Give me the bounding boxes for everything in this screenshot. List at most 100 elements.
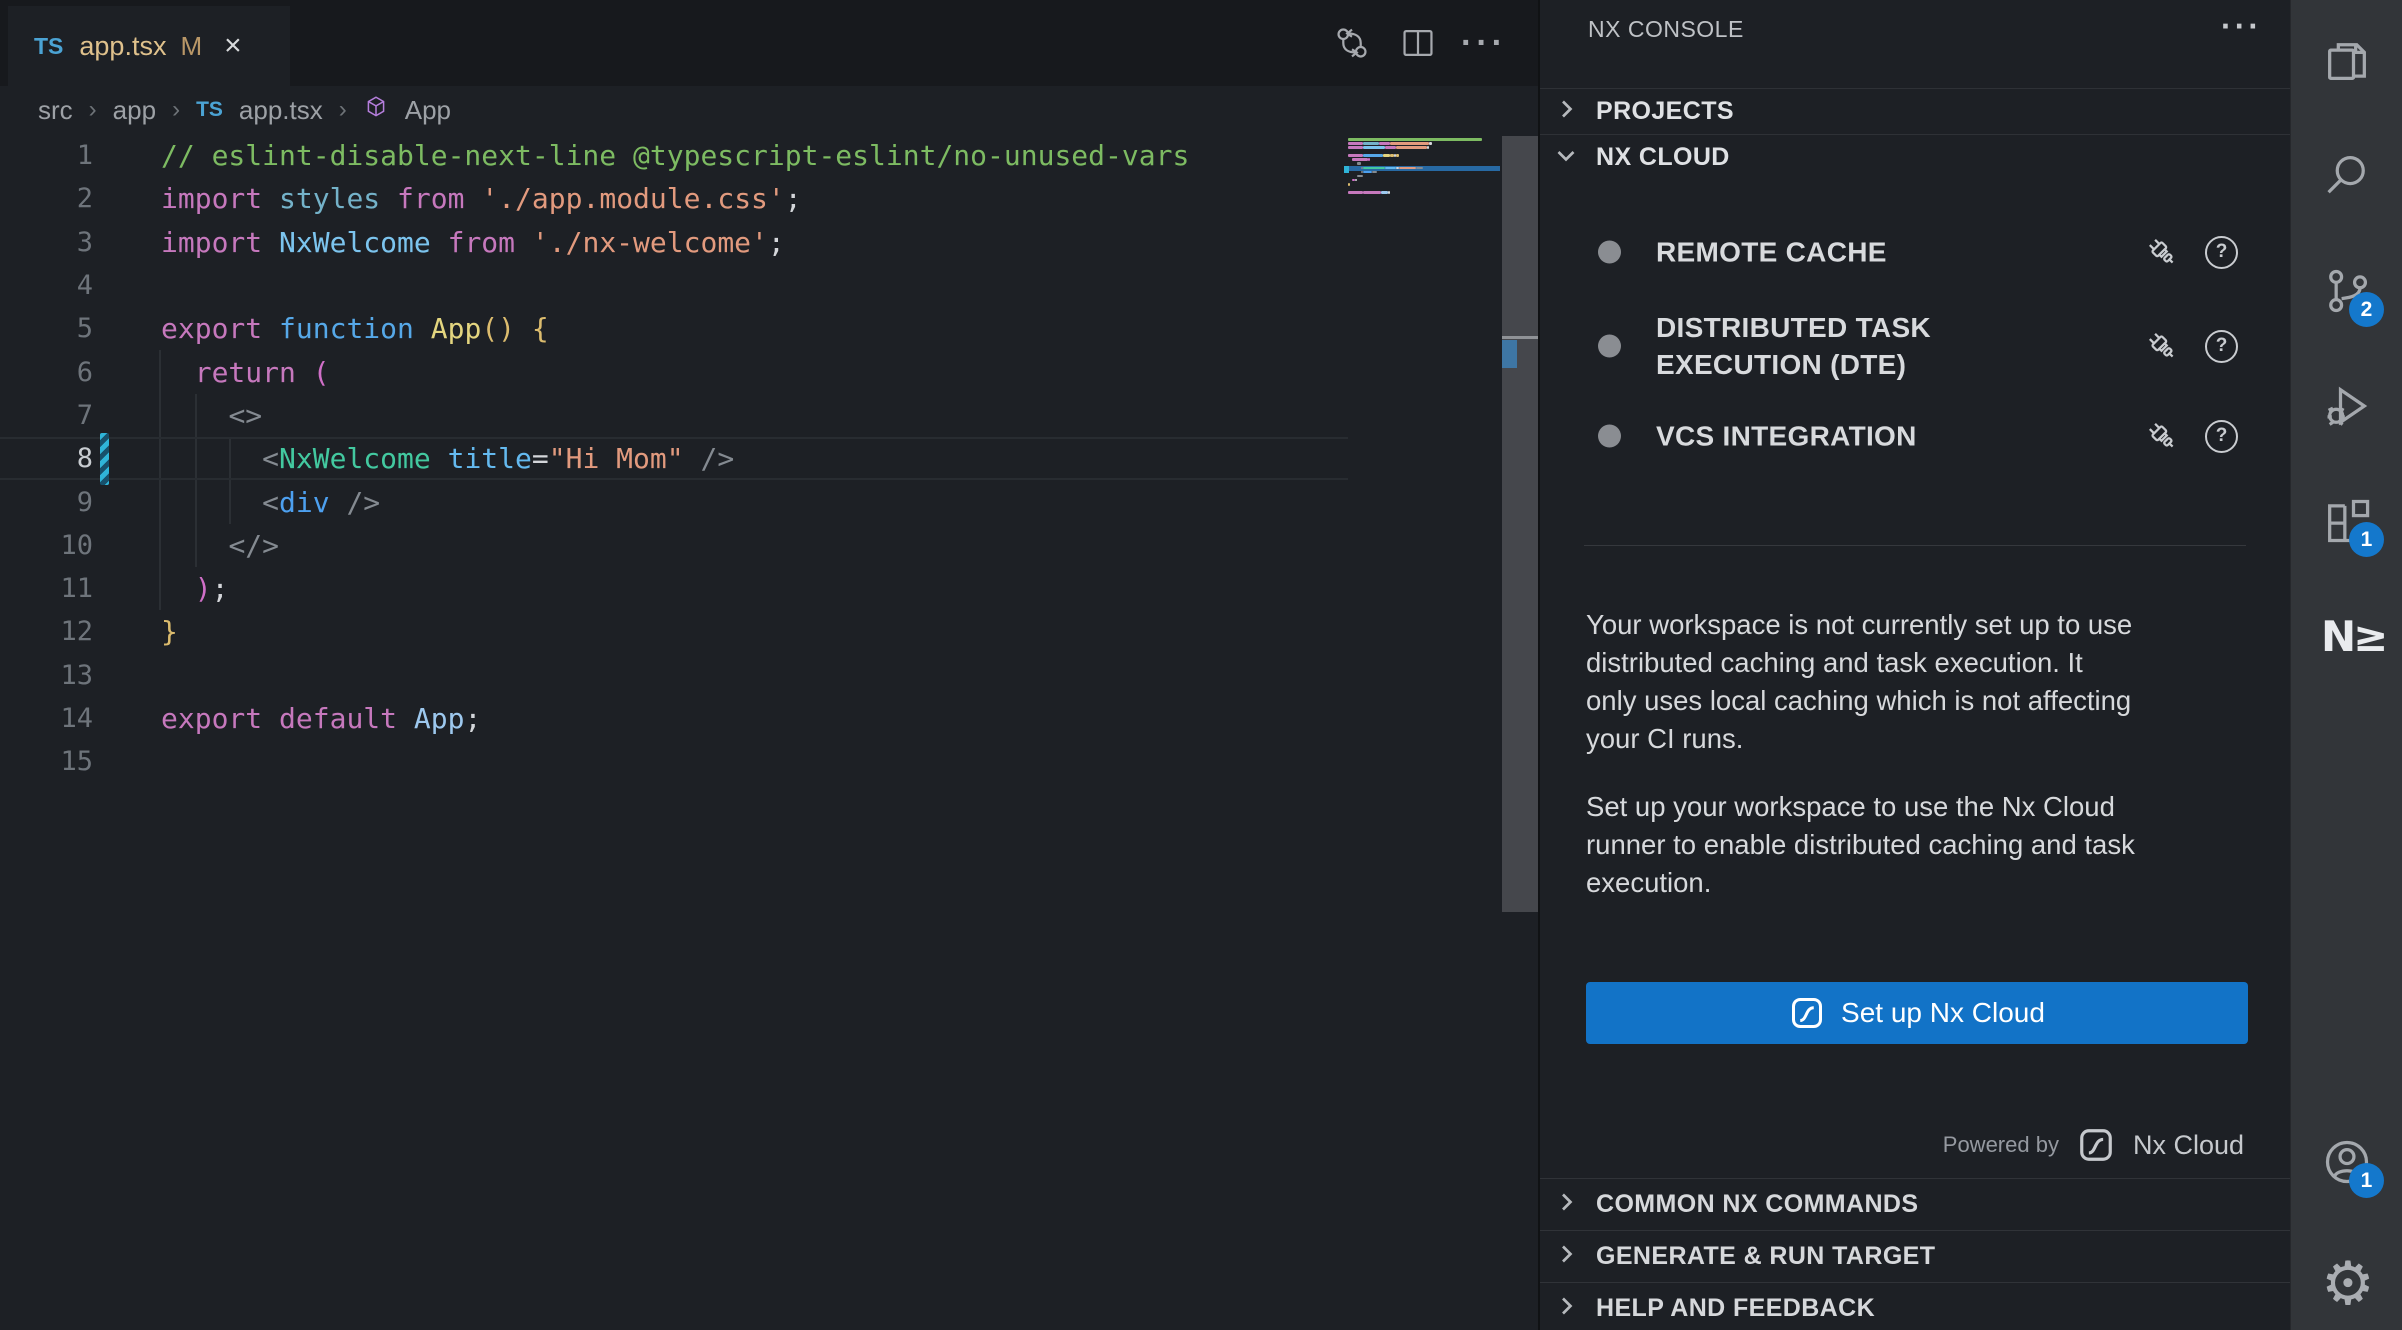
code-line[interactable]: 6 return ( [0, 350, 1348, 393]
minimap-segment [1381, 191, 1388, 194]
line-number: 3 [0, 227, 93, 258]
run-debug-icon[interactable] [2321, 380, 2373, 432]
minimap-segment [1383, 154, 1390, 157]
breadcrumb-src[interactable]: src [38, 95, 73, 126]
typescript-file-icon: TS [34, 33, 63, 60]
connect-plug-icon[interactable] [2143, 327, 2181, 365]
nx-cloud-item-vcs[interactable]: VCS INTEGRATION ? [1540, 410, 2290, 462]
code-text: } [161, 615, 178, 648]
minimap-segment [1352, 158, 1367, 161]
section-generate-run-target[interactable]: GENERATE & RUN TARGET [1540, 1230, 2290, 1282]
scm-badge: 2 [2349, 292, 2384, 327]
code-line[interactable]: 7 <> [0, 394, 1348, 437]
vscode-window: TS app.tsx M × ··· src [0, 0, 2402, 1330]
accounts-icon[interactable]: 1 [2321, 1136, 2373, 1188]
minimap-segment [1348, 146, 1363, 149]
minimap-row [1348, 146, 1500, 149]
code-line[interactable]: 10 </> [0, 524, 1348, 567]
more-actions-icon[interactable]: ··· [1464, 23, 1504, 63]
code-line[interactable]: 11 ); [0, 567, 1348, 610]
help-icon[interactable]: ? [2205, 420, 2238, 453]
code-region[interactable]: 1// eslint-disable-next-line @typescript… [0, 134, 1538, 1330]
code-line[interactable]: 1// eslint-disable-next-line @typescript… [0, 134, 1348, 177]
breadcrumb-file[interactable]: app.tsx [239, 95, 323, 126]
open-changes-icon[interactable] [1332, 23, 1372, 63]
line-number: 6 [0, 357, 93, 388]
help-icon[interactable]: ? [2205, 330, 2238, 363]
code-token: './nx-welcome' [532, 226, 768, 259]
line-number: 12 [0, 616, 93, 647]
code-token: ; [464, 702, 481, 735]
setup-nx-cloud-button[interactable]: Set up Nx Cloud [1586, 982, 2248, 1044]
nx-cloud-item-remote-cache[interactable]: REMOTE CACHE ? [1540, 226, 2290, 278]
minimap-segment [1385, 167, 1396, 170]
source-control-icon[interactable]: 2 [2321, 265, 2373, 317]
minimap-row [1348, 162, 1500, 165]
connect-plug-icon[interactable] [2143, 233, 2181, 271]
item-label: VCS INTEGRATION [1656, 418, 2016, 455]
line-number: 13 [0, 660, 93, 691]
symbol-cube-icon [363, 94, 389, 127]
section-nx-cloud[interactable]: NX CLOUD [1540, 134, 2290, 180]
minimap-segment [1390, 142, 1430, 145]
nx-cloud-item-dte[interactable]: DISTRIBUTED TASK EXECUTION (DTE) ? [1540, 300, 2290, 392]
code-token: NxWelcome [279, 226, 448, 259]
explorer-icon[interactable] [2321, 35, 2373, 87]
code-line[interactable]: 14export default App; [0, 697, 1348, 740]
settings-gear-icon[interactable]: ⚙ [2321, 1258, 2373, 1310]
code-token [161, 356, 195, 389]
scrollbar-slider[interactable] [1502, 136, 1538, 912]
code-token: ; [785, 182, 802, 215]
code-line[interactable]: 2import styles from './app.module.css'; [0, 177, 1348, 220]
section-common-nx-commands[interactable]: COMMON NX COMMANDS [1540, 1178, 2290, 1230]
code-token [161, 529, 228, 562]
code-token: ) [195, 572, 212, 605]
nx-console-icon[interactable]: N≥ [2321, 610, 2373, 662]
section-label: COMMON NX COMMANDS [1596, 1190, 1918, 1219]
line-number: 4 [0, 270, 93, 301]
help-icon[interactable]: ? [2205, 236, 2238, 269]
chevron-right-icon [1554, 97, 1578, 126]
connect-plug-icon[interactable] [2143, 417, 2181, 455]
minimap-segment [1348, 162, 1357, 165]
minimap[interactable] [1348, 138, 1500, 248]
code-token [161, 399, 228, 432]
panel-more-actions-icon[interactable]: ··· [2221, 8, 2262, 45]
minimap-row [1348, 171, 1500, 174]
code-token: default [279, 702, 414, 735]
search-icon[interactable] [2321, 150, 2373, 202]
close-tab-icon[interactable]: × [224, 31, 242, 61]
code-line[interactable]: 9 <div /> [0, 480, 1348, 523]
code-text: ); [161, 572, 228, 605]
minimap-row [1348, 179, 1500, 182]
code-line[interactable]: 12} [0, 610, 1348, 653]
accounts-badge: 1 [2349, 1163, 2384, 1198]
minimap-row [1348, 195, 1500, 198]
code-line[interactable]: 13 [0, 654, 1348, 697]
status-bullet [1598, 241, 1621, 264]
code-line[interactable]: 5export function App() { [0, 307, 1348, 350]
minimap-segment [1357, 175, 1364, 178]
code-line[interactable]: 15 [0, 740, 1348, 783]
extensions-icon[interactable]: 1 [2321, 495, 2373, 547]
code-line[interactable]: 4 [0, 264, 1348, 307]
editor-area: TS app.tsx M × ··· src [0, 0, 1538, 1330]
breadcrumb-symbol[interactable]: App [405, 95, 451, 126]
minimap-row [1348, 175, 1500, 178]
section-projects[interactable]: PROJECTS [1540, 88, 2290, 134]
tab-bar: TS app.tsx M × ··· [0, 0, 1538, 86]
split-editor-icon[interactable] [1398, 23, 1438, 63]
code-token: ( [313, 356, 330, 389]
code-token: () [481, 312, 515, 345]
minimap-segment [1363, 171, 1372, 174]
tab-app-tsx[interactable]: TS app.tsx M × [8, 6, 290, 86]
code-token: /> [684, 442, 735, 475]
code-line[interactable]: 8 <NxWelcome title="Hi Mom" /> [0, 437, 1348, 480]
code-lines: 1// eslint-disable-next-line @typescript… [0, 134, 1348, 783]
editor-scrollbar[interactable] [1502, 134, 1538, 1330]
code-line[interactable]: 3import NxWelcome from './nx-welcome'; [0, 221, 1348, 264]
section-help-and-feedback[interactable]: HELP AND FEEDBACK [1540, 1282, 2290, 1330]
workspace-status-text: Your workspace is not currently set up t… [1586, 606, 2258, 758]
breadcrumb-app-folder[interactable]: app [113, 95, 156, 126]
minimap-segment [1348, 142, 1363, 145]
